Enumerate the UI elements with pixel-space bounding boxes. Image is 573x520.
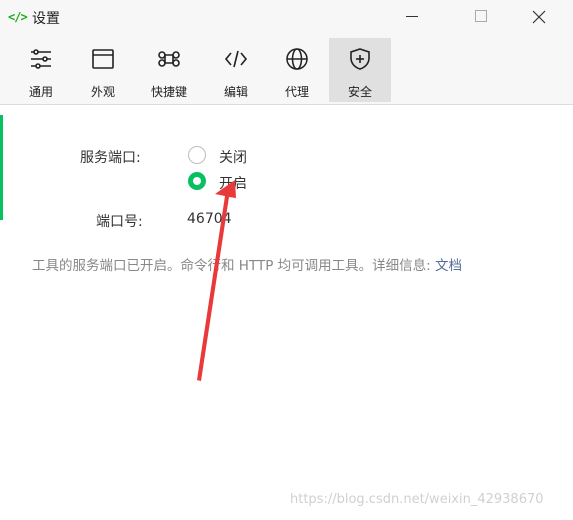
arrow-shape (197, 180, 236, 381)
annotation-arrow (197, 180, 236, 381)
